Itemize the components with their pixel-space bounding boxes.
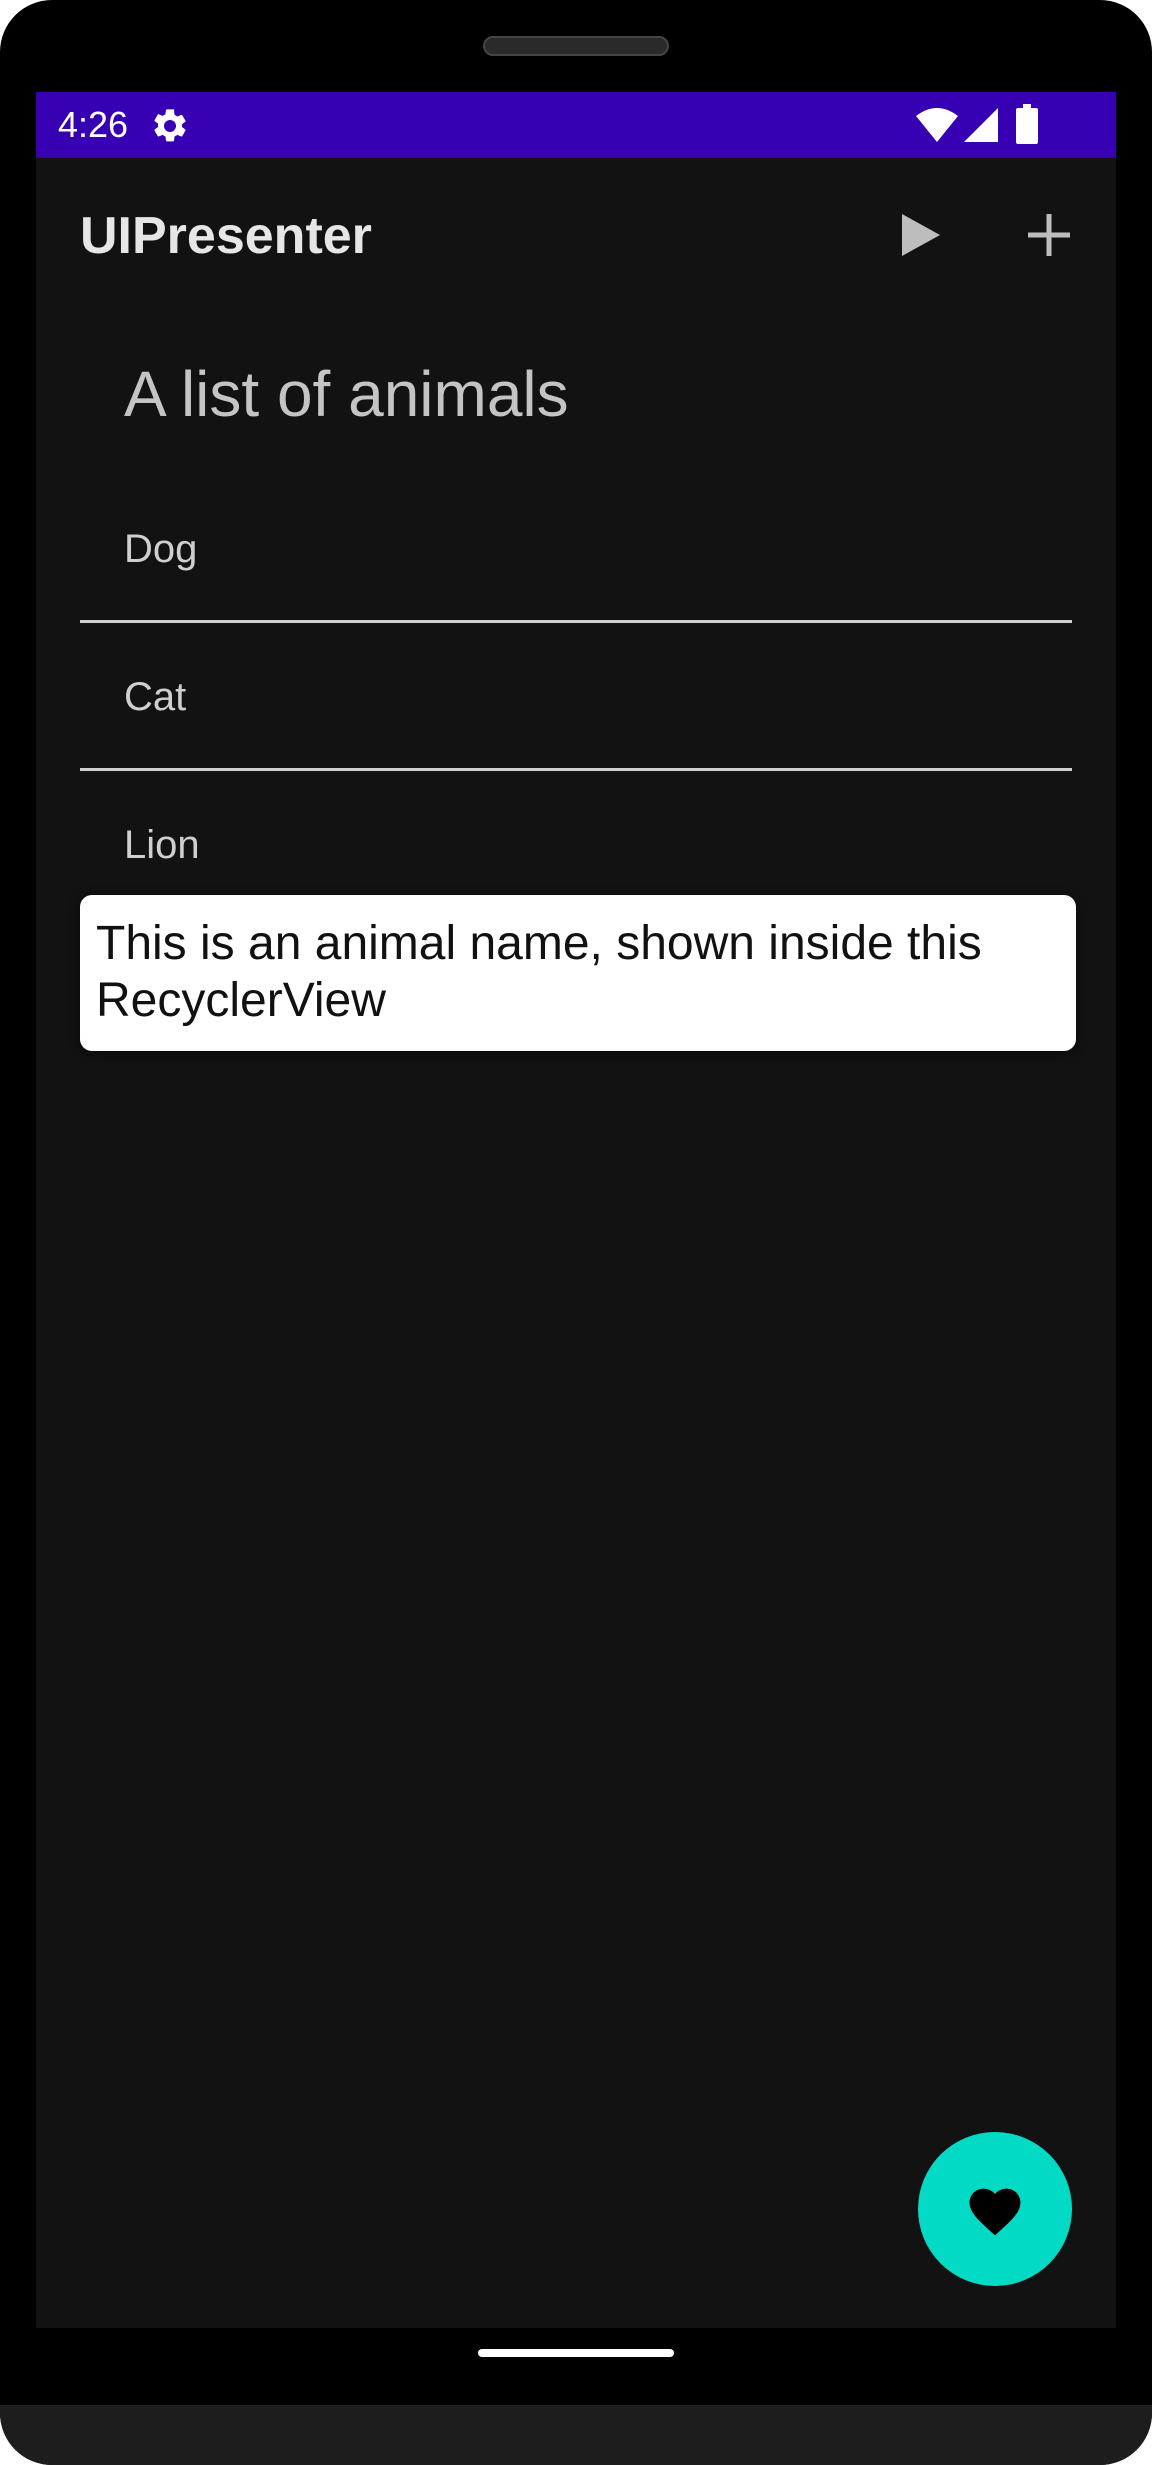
list-item-label: Lion — [124, 823, 200, 867]
tooltip: This is an animal name, shown inside thi… — [80, 895, 1076, 1051]
status-bar: 4:26 — [36, 92, 1116, 158]
play-icon[interactable] — [898, 210, 944, 260]
list-heading: A list of animals — [124, 358, 569, 430]
cell-signal-icon — [964, 108, 998, 142]
app-title: UIPresenter — [80, 207, 372, 265]
list-item[interactable]: Cat — [80, 623, 1072, 771]
gear-icon — [154, 109, 186, 142]
device-speaker — [483, 36, 669, 56]
status-time: 4:26 — [58, 104, 129, 145]
favorite-fab[interactable] — [918, 2132, 1072, 2286]
wifi-icon — [916, 108, 958, 142]
app-screen: 4:26 UIPresenter A list of animals Dog C… — [36, 92, 1116, 2328]
app-bar: UIPresenter — [36, 158, 1116, 318]
animal-recycler-view: Dog Cat Lion — [80, 475, 1072, 919]
gesture-nav-pill[interactable] — [478, 2349, 674, 2357]
heart-icon — [969, 2188, 1021, 2236]
plus-icon[interactable] — [1026, 212, 1072, 258]
list-item-label: Cat — [124, 675, 187, 719]
list-item-label: Dog — [124, 527, 198, 571]
device-bottom-bezel — [0, 2405, 1152, 2465]
battery-icon — [1016, 104, 1038, 144]
list-item[interactable]: Dog — [80, 475, 1072, 623]
device-frame: 4:26 UIPresenter A list of animals Dog C… — [0, 0, 1152, 2465]
